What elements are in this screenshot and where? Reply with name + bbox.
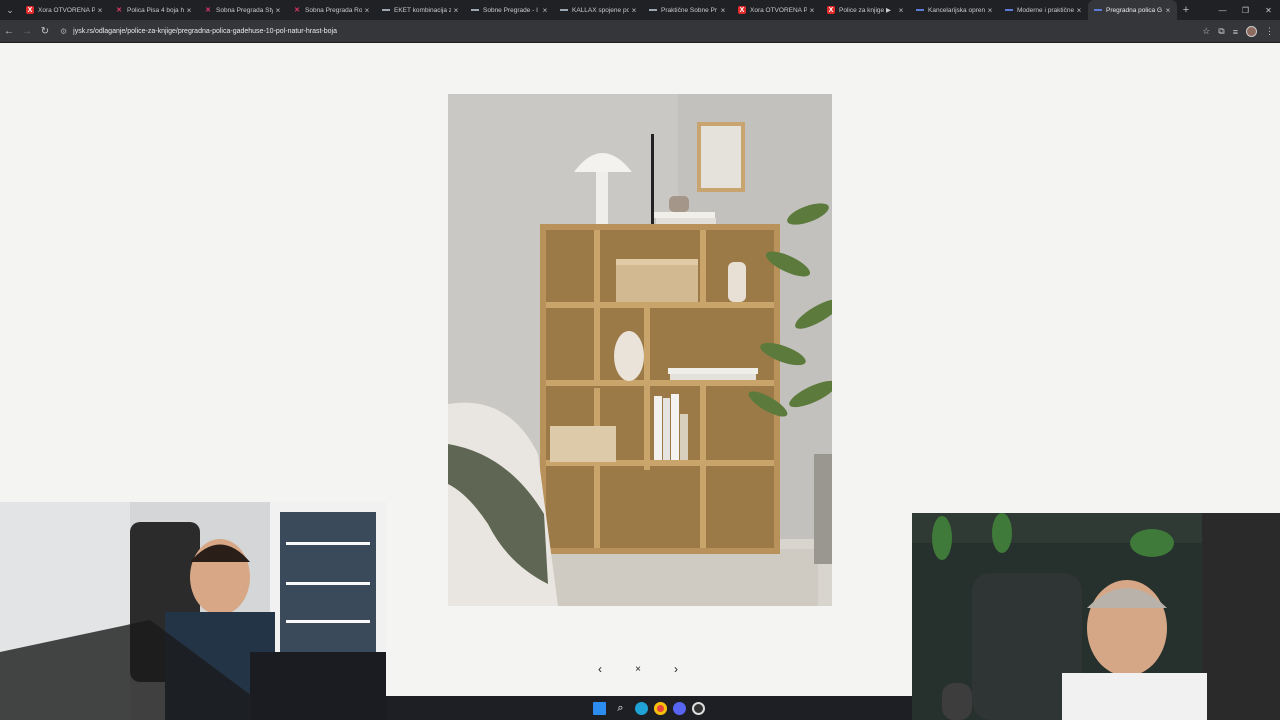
window-controls: — ❐ ✕ bbox=[1211, 0, 1280, 20]
address-bar[interactable]: ⚙ jysk.rs/odlaganje/police-za-knjige/pre… bbox=[60, 22, 1160, 40]
tab-close-icon[interactable]: × bbox=[362, 6, 372, 15]
site-info-icon[interactable]: ⚙ bbox=[60, 27, 67, 36]
tab-close-icon[interactable]: × bbox=[273, 6, 283, 15]
windows-taskbar: ⌕ bbox=[386, 696, 912, 720]
discord-icon[interactable] bbox=[673, 701, 686, 715]
streamer-left-video bbox=[0, 502, 386, 720]
red-x-icon: X bbox=[26, 6, 34, 14]
browser-tab[interactable]: EKET kombinacija z × bbox=[376, 0, 465, 20]
pink-x-icon: ✕ bbox=[294, 7, 300, 14]
tab-title: KALLAX spojene po bbox=[572, 6, 629, 14]
extensions-icon[interactable]: ⧉ bbox=[1218, 26, 1224, 37]
back-button[interactable]: ← bbox=[0, 21, 18, 41]
pink-x-icon: ✕ bbox=[116, 7, 122, 14]
browser-tab[interactable]: KALLAX spojene po × bbox=[554, 0, 643, 20]
tab-close-icon[interactable]: × bbox=[451, 6, 461, 15]
browser-tab[interactable]: Praktične Sobne Pr × bbox=[643, 0, 732, 20]
tab-close-icon[interactable]: × bbox=[718, 6, 728, 15]
restore-icon[interactable]: ❐ bbox=[1234, 0, 1257, 20]
browser-tab[interactable]: ✕ Sobna Pregrada Ro × bbox=[287, 0, 376, 20]
browser-tab[interactable]: Kancelarijska opren × bbox=[910, 0, 999, 20]
windows-start-icon[interactable] bbox=[593, 701, 606, 715]
tab-title: Xora OTVORENA Po bbox=[38, 6, 95, 14]
blue-dash-icon bbox=[1094, 6, 1102, 14]
tab-close-icon[interactable]: × bbox=[95, 6, 105, 15]
obs-icon[interactable] bbox=[692, 701, 705, 715]
close-window-icon[interactable]: ✕ bbox=[1257, 0, 1280, 20]
tab-title: EKET kombinacija z bbox=[394, 6, 451, 14]
toolbar-actions: ☆ ⧉ ≡ ⋮ bbox=[1202, 20, 1274, 43]
forward-button[interactable]: → bbox=[18, 21, 36, 41]
webcam-overlay-left bbox=[0, 502, 386, 720]
gallery-close-button[interactable]: × bbox=[628, 664, 648, 675]
gallery-prev-button[interactable]: ‹ bbox=[590, 662, 610, 676]
gray-dash-icon bbox=[382, 6, 390, 14]
chrome-icon[interactable] bbox=[654, 701, 667, 715]
browser-tab[interactable]: X Xora OTVORENA Po × bbox=[20, 0, 109, 20]
tab-title: Police za knjige ▶ bbox=[839, 7, 891, 14]
gallery-next-button[interactable]: › bbox=[666, 662, 686, 676]
tab-title: Xora OTVORENA Po bbox=[750, 6, 807, 14]
tab-close-icon[interactable]: × bbox=[985, 6, 995, 15]
tab-close-icon[interactable]: × bbox=[807, 6, 817, 15]
blue-dash-icon bbox=[1005, 6, 1013, 14]
bookshelf-photo bbox=[448, 94, 832, 606]
tab-close-icon[interactable]: × bbox=[184, 6, 194, 15]
browser-tab[interactable]: X Police za knjige ▶ × bbox=[821, 0, 910, 20]
red-x-icon: X bbox=[827, 6, 835, 14]
search-icon[interactable]: ⌕ bbox=[612, 700, 629, 717]
tab-close-icon[interactable]: × bbox=[629, 6, 639, 15]
gallery-navigation: ‹ × › bbox=[590, 660, 686, 678]
url-text: jysk.rs/odlaganje/police-za-knjige/pregr… bbox=[73, 27, 337, 35]
tab-close-icon[interactable]: × bbox=[540, 6, 550, 15]
reload-button[interactable]: ↻ bbox=[36, 21, 54, 41]
media-icon[interactable]: ≡ bbox=[1233, 27, 1238, 37]
browser-tab[interactable]: Sobne Pregrade - I × bbox=[465, 0, 554, 20]
tab-search-icon[interactable]: ⌄ bbox=[0, 0, 20, 20]
browser-toolbar: ← → ↻ ⚙ jysk.rs/odlaganje/police-za-knji… bbox=[0, 20, 1280, 43]
bookmark-star-icon[interactable]: ☆ bbox=[1202, 26, 1210, 37]
tab-close-icon[interactable]: × bbox=[1074, 6, 1084, 15]
tab-title: Moderne i praktične bbox=[1017, 6, 1074, 14]
webcam-overlay-right bbox=[912, 513, 1280, 720]
browser-tab[interactable]: X Xora OTVORENA Po × bbox=[732, 0, 821, 20]
profile-avatar[interactable] bbox=[1246, 26, 1257, 37]
gray-dash-icon bbox=[471, 6, 479, 14]
menu-icon[interactable]: ⋮ bbox=[1265, 26, 1274, 37]
tab-close-icon[interactable]: × bbox=[896, 6, 906, 15]
tab-close-icon[interactable]: × bbox=[1163, 6, 1173, 15]
gray-dash-icon bbox=[560, 6, 568, 14]
tab-title: Kancelarijska opren bbox=[928, 6, 985, 14]
blue-dash-icon bbox=[916, 6, 924, 14]
streamer-right-video bbox=[912, 513, 1280, 720]
browser-tab[interactable]: ✕ Sobna Pregrada Sty × bbox=[198, 0, 287, 20]
browser-tab[interactable]: Moderne i praktične × bbox=[999, 0, 1088, 20]
pink-x-icon: ✕ bbox=[205, 7, 211, 14]
tab-title: Pregradna polica G bbox=[1106, 6, 1163, 14]
tab-title: Sobna Pregrada Sty bbox=[216, 6, 273, 14]
tab-title: Sobne Pregrade - I bbox=[483, 6, 538, 14]
tab-title: Polica Pisa 4 boja h bbox=[127, 6, 184, 14]
red-x-icon: X bbox=[738, 6, 746, 14]
minimize-icon[interactable]: — bbox=[1211, 0, 1234, 20]
gray-dash-icon bbox=[649, 6, 657, 14]
tab-title: Praktične Sobne Pr bbox=[661, 6, 718, 14]
tab-title: Sobna Pregrada Ro bbox=[305, 6, 362, 14]
browser-tab[interactable]: ✕ Polica Pisa 4 boja h × bbox=[109, 0, 198, 20]
product-image bbox=[448, 94, 832, 606]
edge-icon[interactable] bbox=[635, 701, 648, 715]
browser-tab[interactable]: Pregradna polica G × bbox=[1088, 0, 1177, 20]
tab-list: X Xora OTVORENA Po × ✕ Polica Pisa 4 boja h ×… bbox=[20, 0, 1177, 20]
tab-strip: ⌄ X Xora OTVORENA Po × ✕ Polica Pisa 4 boja … bbox=[0, 0, 1280, 20]
new-tab-button[interactable]: + bbox=[1177, 4, 1195, 16]
